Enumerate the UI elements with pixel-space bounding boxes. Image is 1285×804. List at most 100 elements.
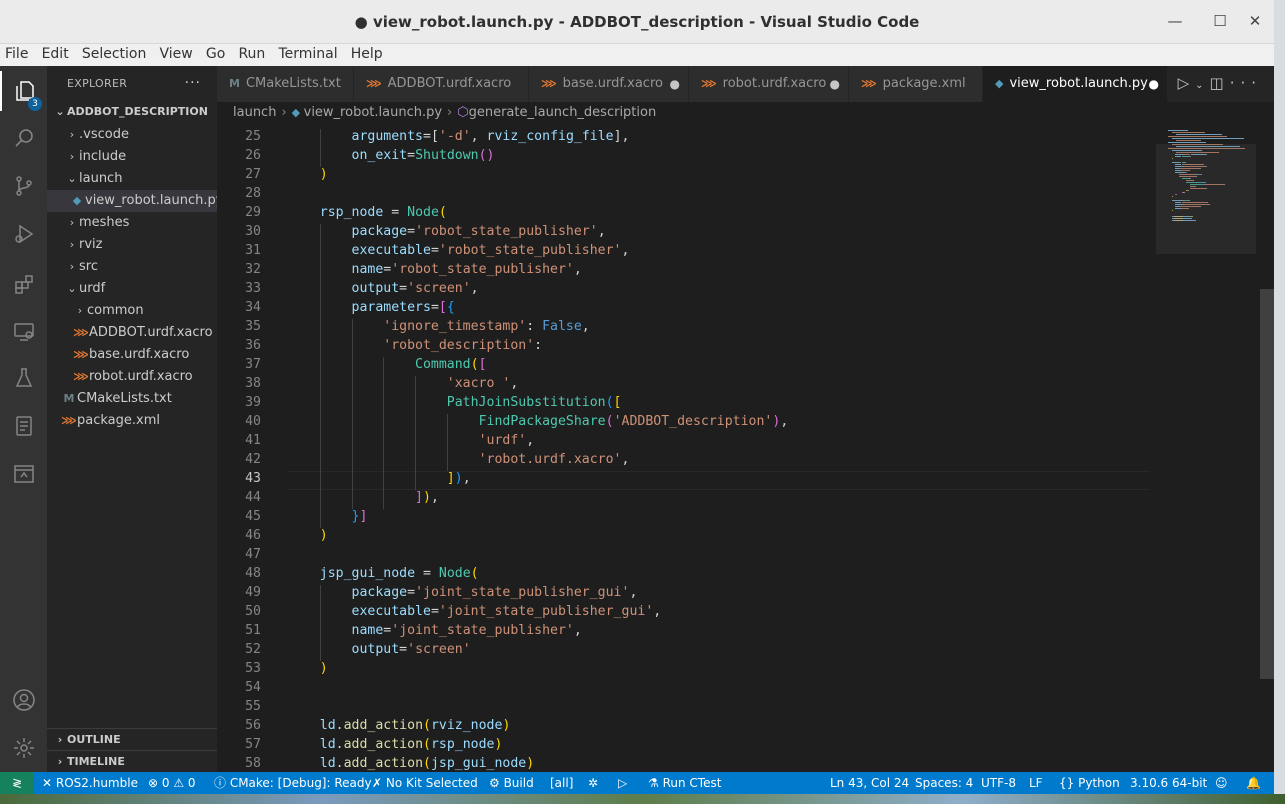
ros-icon: ✕	[42, 776, 56, 790]
gear-icon	[13, 738, 34, 758]
run-icon[interactable]: ▷	[1178, 74, 1196, 92]
chevron-down-icon[interactable]: ⌄	[1195, 80, 1209, 91]
encoding-status[interactable]: UTF-8	[981, 772, 1016, 794]
tab-view-robot-launch[interactable]: ◆ view_robot.launch.py ●	[983, 66, 1168, 102]
menu-edit[interactable]: Edit	[42, 44, 69, 62]
tab-cmakelists[interactable]: M CMakeLists.txt	[217, 66, 354, 102]
code-editor[interactable]: 25 arguments=['-d', rviz_config_file], 26…	[217, 124, 1274, 772]
cmake-status[interactable]: ⓘ CMake: [Debug]: Ready	[214, 772, 372, 794]
maximize-button[interactable]: ☐	[1210, 12, 1230, 30]
tree-file-cmakelists[interactable]: M CMakeLists.txt	[47, 388, 217, 410]
unsaved-dot-icon[interactable]: ●	[830, 66, 840, 102]
code-line: )	[319, 661, 328, 676]
more-actions-icon[interactable]: ···	[1230, 74, 1262, 92]
chevron-down-icon: ⌄	[67, 172, 77, 185]
tree-folder-include[interactable]: › include	[47, 146, 217, 168]
menu-selection[interactable]: Selection	[82, 44, 147, 62]
tree-folder-vscode[interactable]: › .vscode	[47, 124, 217, 146]
tree-file-addbot-urdf[interactable]: ⋙ADDBOT.urdf.xacro	[47, 322, 217, 344]
tree-folder-urdf[interactable]: ⌄ urdf	[47, 278, 217, 300]
remote-explorer-activity[interactable]	[0, 312, 47, 352]
problems-status[interactable]: ⊗ 0 ⚠ 0	[148, 772, 196, 794]
tab-label: view_robot.launch.py	[1009, 76, 1148, 91]
accounts-activity[interactable]	[0, 680, 47, 720]
run-debug-icon	[14, 224, 33, 244]
debug-icon[interactable]: ✲	[588, 772, 598, 794]
tree-file-view-robot-launch[interactable]: ◆ view_robot.launch.py	[47, 190, 223, 212]
tab-label: ADDBOT.urdf.xacro	[387, 76, 512, 91]
tab-package-xml[interactable]: ⋙ package.xml	[849, 66, 983, 102]
extensions-activity[interactable]	[0, 264, 47, 304]
feedback-icon[interactable]: ☺	[1215, 772, 1228, 794]
menu-file[interactable]: File	[5, 44, 28, 62]
ros-distro-status[interactable]: ✕ ROS2.humble	[42, 772, 138, 794]
outline-section[interactable]: › OUTLINE	[47, 728, 217, 750]
code-line: output='screen'	[351, 642, 471, 657]
chevron-right-icon: ›	[69, 238, 75, 251]
split-editor-icon[interactable]: ◫	[1210, 74, 1230, 92]
search-icon	[14, 129, 33, 147]
cmake-activity[interactable]	[0, 406, 47, 446]
tree-item-label: base.urdf.xacro	[89, 347, 190, 362]
close-button[interactable]: ✕	[1245, 12, 1265, 30]
code-line: name='robot_state_publisher',	[351, 262, 582, 277]
chevron-right-icon: ›	[447, 105, 453, 120]
unsaved-dot-icon[interactable]: ●	[1149, 66, 1159, 102]
workspace-root[interactable]: ⌄ ADDBOT_DESCRIPTION	[47, 101, 217, 123]
python-file-icon: ◆	[72, 194, 82, 207]
notifications-bell-icon[interactable]: 🔔	[1246, 772, 1261, 794]
run-ctest-button[interactable]: ⚗ Run CTest	[648, 772, 721, 794]
build-button[interactable]: ⚙ Build	[489, 772, 534, 794]
minimap-slider[interactable]	[1156, 144, 1256, 254]
line-number: 55	[245, 699, 261, 714]
xml-file-icon: ⋙	[861, 77, 877, 90]
remote-indicator[interactable]: ≷	[0, 772, 34, 794]
minimize-button[interactable]: —	[1165, 12, 1185, 30]
tree-file-robot-urdf[interactable]: ⋙robot.urdf.xacro	[47, 366, 217, 388]
cmake-file-icon: M	[63, 392, 75, 405]
timeline-section[interactable]: › TIMELINE	[47, 750, 217, 772]
manage-activity[interactable]	[0, 728, 47, 768]
tree-file-base-urdf[interactable]: ⋙base.urdf.xacro	[47, 344, 217, 366]
eol-status[interactable]: LF	[1029, 772, 1043, 794]
vertical-scrollbar[interactable]	[1260, 289, 1274, 679]
menu-help[interactable]: Help	[351, 44, 383, 62]
tab-base-urdf[interactable]: ⋙ base.urdf.xacro ●	[529, 66, 689, 102]
code-line: )	[319, 528, 328, 543]
run-debug-activity[interactable]	[0, 214, 47, 254]
source-control-activity[interactable]	[0, 166, 47, 206]
explorer-activity[interactable]: 3	[0, 71, 47, 111]
testing-activity[interactable]	[0, 358, 47, 398]
ros-activity[interactable]	[0, 454, 47, 494]
search-activity[interactable]	[0, 118, 47, 158]
tab-addbot-urdf[interactable]: ⋙ ADDBOT.urdf.xacro	[354, 66, 529, 102]
cursor-position-status[interactable]: Ln 43, Col 24	[830, 772, 909, 794]
line-number: 45	[245, 509, 261, 524]
minimap-line	[1168, 130, 1188, 131]
run-icon[interactable]: ▷	[618, 772, 627, 794]
indentation-status[interactable]: Spaces: 4	[915, 772, 973, 794]
tree-folder-src[interactable]: › src	[47, 256, 217, 278]
desktop-background	[1274, 0, 1285, 804]
tree-file-package-xml[interactable]: ⋙package.xml	[47, 410, 217, 432]
breadcrumb-symbol[interactable]: generate_launch_description	[469, 105, 657, 120]
tab-robot-urdf[interactable]: ⋙ robot.urdf.xacro ●	[689, 66, 849, 102]
menu-go[interactable]: Go	[206, 44, 225, 62]
language-mode-status[interactable]: {} Python	[1059, 772, 1120, 794]
tree-folder-meshes[interactable]: › meshes	[47, 212, 217, 234]
tree-folder-common[interactable]: › common	[47, 300, 217, 322]
menu-run[interactable]: Run	[238, 44, 265, 62]
python-interpreter-status[interactable]: 3.10.6 64-bit	[1130, 772, 1207, 794]
tree-folder-rviz[interactable]: › rviz	[47, 234, 217, 256]
tree-folder-launch[interactable]: ⌄ launch	[47, 168, 217, 190]
menu-view[interactable]: View	[160, 44, 193, 62]
unsaved-dot-icon[interactable]: ●	[670, 66, 680, 102]
minimap[interactable]	[1156, 124, 1256, 772]
breadcrumb-file[interactable]: view_robot.launch.py	[304, 105, 442, 120]
breadcrumb-folder[interactable]: launch	[233, 105, 276, 120]
line-number: 46	[245, 528, 261, 543]
menu-terminal[interactable]: Terminal	[278, 44, 337, 62]
build-target-status[interactable]: [all]	[550, 772, 573, 794]
cmake-kit-status[interactable]: ✗ No Kit Selected	[372, 772, 478, 794]
more-actions-icon[interactable]: ···	[185, 75, 201, 91]
